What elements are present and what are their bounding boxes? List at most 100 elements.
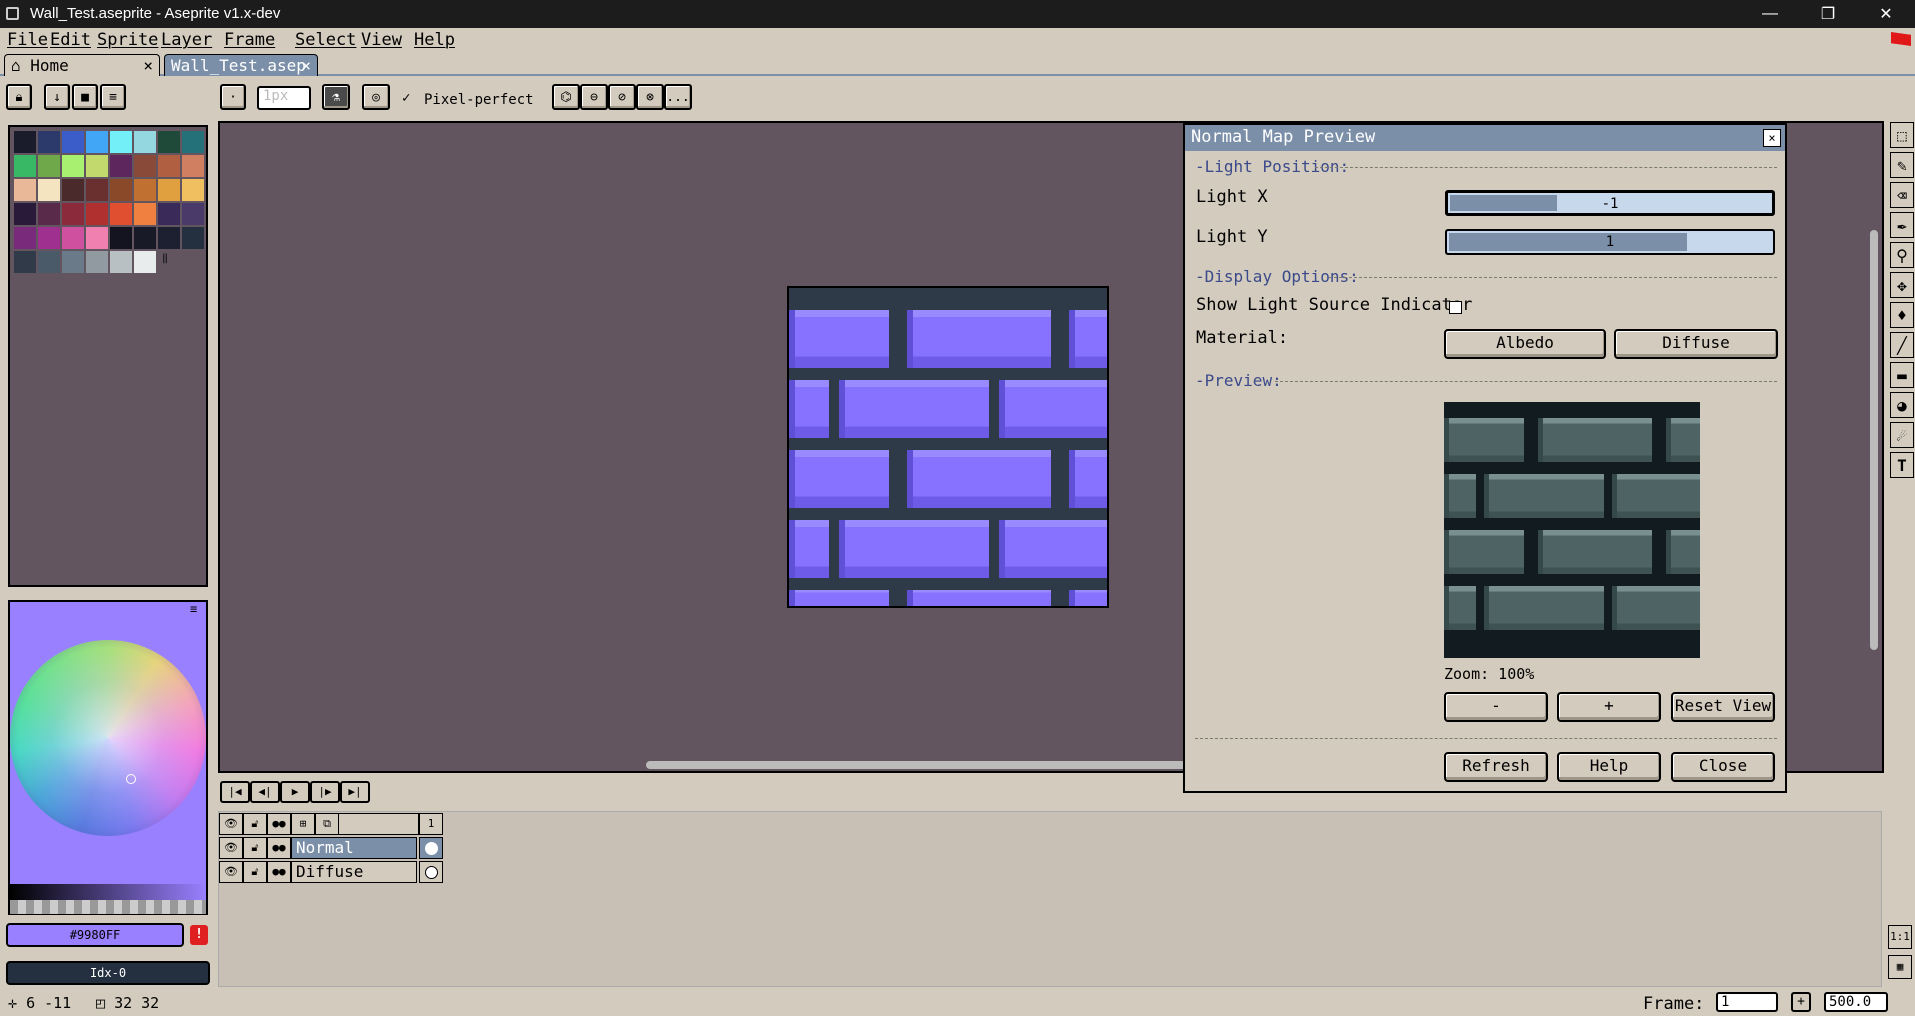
menu-sprite[interactable]: Sprite bbox=[97, 30, 158, 50]
tab-home-close[interactable]: × bbox=[143, 56, 153, 75]
brush-type-icon[interactable]: · bbox=[220, 84, 246, 110]
palette-swatch[interactable] bbox=[182, 203, 204, 225]
palette-swatch[interactable] bbox=[38, 203, 60, 225]
palette-swatch[interactable] bbox=[14, 131, 36, 153]
palette-swatch[interactable] bbox=[38, 179, 60, 201]
palette-swatch[interactable] bbox=[134, 131, 156, 153]
palette-swatch[interactable] bbox=[38, 155, 60, 177]
palette-swatch[interactable] bbox=[14, 227, 36, 249]
marquee-tool-icon[interactable]: ⬚ bbox=[1890, 122, 1914, 148]
previous-frame-icon[interactable]: ◀| bbox=[250, 781, 280, 803]
play-icon[interactable]: ▶ bbox=[280, 781, 310, 803]
layer-lock-icon[interactable]: 🔓︎ bbox=[243, 861, 267, 883]
material-diffuse-button[interactable]: Diffuse bbox=[1614, 329, 1778, 359]
add-frame-button[interactable]: + bbox=[1791, 992, 1811, 1012]
layer-lock-icon[interactable]: 🔓︎ bbox=[243, 837, 267, 859]
tab-wall-test[interactable]: Wall_Test.asep × bbox=[164, 54, 318, 76]
lock-header-icon[interactable]: 🔓︎ bbox=[243, 813, 267, 835]
palette-swatch[interactable] bbox=[14, 203, 36, 225]
frame-header-1[interactable]: 1 bbox=[419, 813, 443, 835]
rectangle-tool-icon[interactable]: ▬ bbox=[1890, 362, 1914, 388]
layer-row-normal[interactable]: 👁︎ 🔓︎ ●● Normal bbox=[219, 837, 449, 859]
palette-swatch[interactable] bbox=[86, 227, 108, 249]
move-tool-icon[interactable]: ✥ bbox=[1890, 272, 1914, 298]
palette-swatch[interactable] bbox=[134, 203, 156, 225]
palette-swatch[interactable] bbox=[182, 227, 204, 249]
palette-swatch[interactable] bbox=[158, 131, 180, 153]
palette-swatch[interactable] bbox=[110, 155, 132, 177]
frame-input[interactable]: 1 bbox=[1716, 992, 1778, 1012]
timeline-toggle-icon[interactable]: ▦ bbox=[1888, 955, 1912, 979]
palette-swatch[interactable] bbox=[158, 155, 180, 177]
material-albedo-button[interactable]: Albedo bbox=[1444, 329, 1606, 359]
palette-swatch[interactable] bbox=[62, 251, 84, 273]
vertical-scrollbar[interactable] bbox=[1870, 230, 1878, 650]
menu-edit[interactable]: Edit bbox=[50, 30, 91, 50]
palette-swatch[interactable] bbox=[86, 155, 108, 177]
palette-menu-icon[interactable]: ≡ bbox=[100, 84, 126, 110]
layer-continuous-icon[interactable]: ●● bbox=[267, 861, 291, 883]
warning-icon[interactable]: ! bbox=[190, 925, 208, 945]
dialog-title[interactable]: Normal Map Preview bbox=[1185, 125, 1785, 151]
contour-tool-icon[interactable]: ◕ bbox=[1890, 392, 1914, 418]
palette-swatch[interactable] bbox=[86, 203, 108, 225]
fill-tool-icon[interactable]: ♦ bbox=[1890, 302, 1914, 328]
palette-swatch[interactable] bbox=[62, 179, 84, 201]
color-wheel[interactable] bbox=[10, 640, 206, 836]
close-button[interactable]: Close bbox=[1671, 752, 1775, 782]
palette-swatch[interactable] bbox=[110, 227, 132, 249]
menu-select[interactable]: Select bbox=[295, 30, 356, 50]
palette-swatch[interactable] bbox=[182, 131, 204, 153]
shade-slider[interactable] bbox=[10, 884, 206, 900]
sort-down-icon[interactable]: ↓ bbox=[44, 84, 70, 110]
palette-swatch[interactable] bbox=[86, 131, 108, 153]
palette-swatch[interactable] bbox=[182, 155, 204, 177]
palette-swatch[interactable] bbox=[62, 203, 84, 225]
dialog-close-icon[interactable]: × bbox=[1763, 129, 1781, 147]
palette-swatch[interactable] bbox=[110, 251, 132, 273]
layer-name[interactable]: Normal bbox=[291, 837, 417, 859]
palette-swatch[interactable] bbox=[62, 131, 84, 153]
palette-swatch[interactable] bbox=[38, 131, 60, 153]
zoom-in-button[interactable]: + bbox=[1557, 692, 1661, 722]
brush-size-input[interactable]: 1px bbox=[257, 86, 311, 110]
dynamics-icon[interactable]: ◎ bbox=[362, 84, 390, 110]
one-to-one-icon[interactable]: 1:1 bbox=[1888, 925, 1912, 949]
palette-swatch[interactable] bbox=[38, 251, 60, 273]
menu-file[interactable]: File bbox=[7, 30, 48, 50]
maximize-button[interactable]: ❐ bbox=[1800, 0, 1856, 28]
palette-swatch[interactable] bbox=[110, 203, 132, 225]
alpha-slider[interactable] bbox=[10, 900, 206, 914]
group-header-icon[interactable]: ⊞ bbox=[291, 813, 315, 835]
lock-icon[interactable]: 🔒︎ bbox=[6, 84, 32, 110]
palette-swatch[interactable] bbox=[14, 179, 36, 201]
menu-frame[interactable]: Frame bbox=[224, 30, 275, 50]
menu-layer[interactable]: Layer bbox=[161, 30, 212, 50]
pencil-tool-icon[interactable]: ✎ bbox=[1890, 152, 1914, 178]
palette-swatch[interactable] bbox=[158, 179, 180, 201]
menu-view[interactable]: View bbox=[361, 30, 402, 50]
background-color-index[interactable]: Idx-0 bbox=[6, 961, 210, 985]
text-tool-icon[interactable]: T bbox=[1890, 452, 1914, 478]
symmetry-v-icon[interactable]: ⊘ bbox=[608, 84, 636, 110]
palette-swatch[interactable] bbox=[134, 227, 156, 249]
cel-diffuse-1[interactable] bbox=[419, 861, 443, 883]
palette-swatch[interactable] bbox=[110, 131, 132, 153]
tab-home[interactable]: ⌂ Home × bbox=[4, 54, 160, 76]
palette-swatch[interactable] bbox=[134, 251, 156, 273]
light-y-slider[interactable]: 1 bbox=[1445, 229, 1775, 255]
symmetry-h-icon[interactable]: ⊖ bbox=[580, 84, 608, 110]
palette-swatch[interactable] bbox=[134, 155, 156, 177]
layer-visibility-icon[interactable]: 👁︎ bbox=[219, 837, 243, 859]
palette-swatch[interactable] bbox=[182, 179, 204, 201]
palette-swatch[interactable] bbox=[134, 179, 156, 201]
palette-resize-handle[interactable]: ‖ bbox=[162, 253, 168, 264]
menu-help[interactable]: Help bbox=[414, 30, 455, 50]
help-button[interactable]: Help bbox=[1557, 752, 1661, 782]
onion-skin-icon[interactable]: ⧉ bbox=[315, 813, 339, 835]
layer-name[interactable]: Diffuse bbox=[291, 861, 417, 883]
next-frame-icon[interactable]: |▶ bbox=[310, 781, 340, 803]
palette-swatch[interactable] bbox=[62, 227, 84, 249]
wheel-menu-icon[interactable]: ≡ bbox=[190, 603, 202, 616]
reset-view-button[interactable]: Reset View bbox=[1671, 692, 1775, 722]
